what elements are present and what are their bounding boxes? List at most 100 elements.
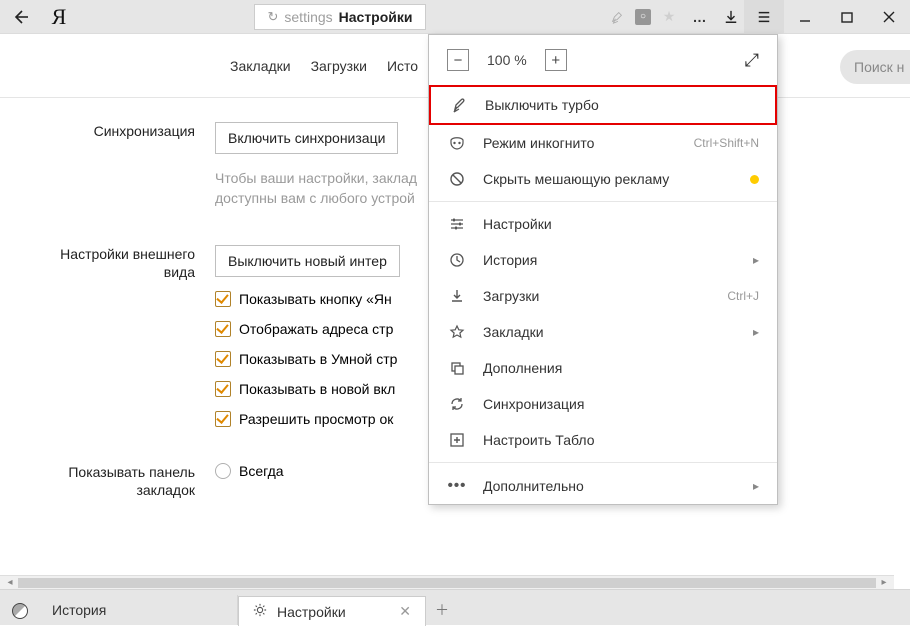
radio-label: Всегда — [239, 463, 284, 479]
menu-item-label: История — [483, 252, 737, 268]
menu-item-label: Настройки — [483, 216, 759, 232]
checkbox-icon — [215, 321, 231, 337]
menu-customize-tablo[interactable]: Настроить Табло — [429, 422, 777, 458]
fullscreen-icon[interactable]: ⤢ — [745, 50, 759, 71]
sync-label: Синхронизация — [0, 122, 215, 209]
status-dot-yellow — [750, 175, 759, 184]
zoom-percent: 100 % — [487, 52, 527, 68]
no-entry-icon — [447, 171, 467, 187]
check-label: Показывать в Умной стр — [239, 351, 397, 367]
yandex-logo[interactable]: Я — [42, 4, 76, 30]
bottom-tab-bar: История Настройки ✕ ＋ — [0, 589, 910, 625]
protect-icon[interactable]: ○ — [630, 0, 656, 33]
menu-item-label: Дополнения — [483, 360, 759, 376]
sliders-icon — [447, 216, 467, 232]
menu-item-label: Выключить турбо — [485, 97, 757, 113]
favorite-star-icon[interactable]: ★ — [656, 0, 682, 33]
window-close-button[interactable] — [868, 0, 910, 33]
menu-history[interactable]: История ▸ — [429, 242, 777, 278]
zoom-in-button[interactable]: + — [545, 49, 567, 71]
menu-hide-ads[interactable]: Скрыть мешающую рекламу — [429, 161, 777, 197]
gear-icon — [253, 603, 267, 620]
checkbox-icon — [215, 411, 231, 427]
menu-turbo-off[interactable]: Выключить турбо — [429, 85, 777, 125]
check-label: Отображать адреса стр — [239, 321, 393, 337]
more-dots-icon: ••• — [447, 477, 467, 494]
rocket-icon[interactable] — [604, 0, 630, 33]
bookbar-label: Показывать панельзакладок — [0, 463, 215, 501]
chevron-right-icon: ▸ — [753, 253, 759, 267]
mask-icon — [447, 135, 467, 151]
checkbox-icon — [215, 381, 231, 397]
scroll-right-arrow[interactable]: ▸ — [876, 577, 892, 588]
status-indicator-icon[interactable] — [12, 603, 28, 619]
tab-more-button[interactable]: … — [682, 0, 718, 33]
check-label: Показывать кнопку «Ян — [239, 291, 392, 307]
refresh-icon — [447, 396, 467, 412]
scroll-left-arrow[interactable]: ◂ — [2, 577, 18, 588]
tab-title: Настройки — [339, 9, 413, 25]
downloads-button[interactable] — [718, 0, 744, 33]
menu-more[interactable]: ••• Дополнительно ▸ — [429, 467, 777, 504]
main-menu-panel: − 100 % + ⤢ Выключить турбо Режим инкогн… — [428, 34, 778, 505]
chevron-right-icon: ▸ — [753, 325, 759, 339]
menu-shortcut: Ctrl+Shift+N — [694, 136, 759, 150]
scroll-thumb[interactable] — [18, 578, 876, 588]
tab-path: settings — [284, 9, 332, 25]
nav-history-cut[interactable]: Исто — [387, 58, 418, 74]
appearance-label: Настройки внешнеговида — [0, 245, 215, 427]
window-minimize-button[interactable] — [784, 0, 826, 33]
menu-settings[interactable]: Настройки — [429, 206, 777, 242]
rocket-icon — [449, 97, 469, 113]
menu-incognito[interactable]: Режим инкогнито Ctrl+Shift+N — [429, 125, 777, 161]
menu-addons[interactable]: Дополнения — [429, 350, 777, 386]
appearance-toggle-button[interactable]: Выключить новый интер — [215, 245, 400, 277]
star-icon — [447, 324, 467, 340]
active-tab[interactable]: ↻ settings Настройки — [254, 4, 425, 30]
address-tab-area: ↻ settings Настройки — [80, 4, 600, 30]
main-menu-button[interactable] — [744, 0, 784, 33]
nav-back-button[interactable] — [2, 0, 38, 33]
menu-item-label: Режим инкогнито — [483, 135, 678, 151]
clock-icon — [447, 252, 467, 268]
window-maximize-button[interactable] — [826, 0, 868, 33]
menu-item-label: Синхронизация — [483, 396, 759, 412]
menu-sync[interactable]: Синхронизация — [429, 386, 777, 422]
sync-enable-button[interactable]: Включить синхронизаци — [215, 122, 398, 154]
download-icon — [447, 288, 467, 304]
bottom-tab-settings[interactable]: Настройки ✕ — [238, 596, 426, 626]
horizontal-scrollbar[interactable]: ◂ ▸ — [0, 575, 894, 589]
menu-item-label: Скрыть мешающую рекламу — [483, 171, 734, 187]
tab-close-icon[interactable]: ✕ — [399, 603, 411, 620]
menu-item-label: Дополнительно — [483, 478, 737, 494]
zoom-row: − 100 % + ⤢ — [429, 35, 777, 85]
checkbox-icon — [215, 291, 231, 307]
nav-downloads[interactable]: Загрузки — [311, 58, 367, 74]
menu-downloads[interactable]: Загрузки Ctrl+J — [429, 278, 777, 314]
checkbox-icon — [215, 351, 231, 367]
settings-search[interactable]: Поиск н — [840, 50, 910, 84]
radio-icon — [215, 463, 231, 479]
tab-label: История — [52, 602, 106, 618]
zoom-out-button[interactable]: − — [447, 49, 469, 71]
nav-bookmarks[interactable]: Закладки — [230, 58, 291, 74]
copy-icon — [447, 360, 467, 376]
plus-box-icon — [447, 432, 467, 448]
bottom-tab-history[interactable]: История — [38, 595, 238, 625]
reload-icon[interactable]: ↻ — [267, 9, 278, 25]
tab-label: Настройки — [277, 604, 346, 620]
arrow-left-icon — [12, 9, 28, 25]
menu-bookmarks[interactable]: Закладки ▸ — [429, 314, 777, 350]
chevron-right-icon: ▸ — [753, 479, 759, 493]
menu-separator — [429, 201, 777, 202]
menu-item-label: Загрузки — [483, 288, 711, 304]
new-tab-button[interactable]: ＋ — [426, 595, 458, 625]
menu-item-label: Настроить Табло — [483, 432, 759, 448]
search-placeholder: Поиск н — [854, 59, 904, 75]
check-label: Разрешить просмотр ок — [239, 411, 393, 427]
check-label: Показывать в новой вкл — [239, 381, 395, 397]
toolbar-right: ○ ★ … — [604, 0, 910, 33]
menu-shortcut: Ctrl+J — [727, 289, 759, 303]
title-bar: Я ↻ settings Настройки ○ ★ … — [0, 0, 910, 34]
menu-item-label: Закладки — [483, 324, 737, 340]
